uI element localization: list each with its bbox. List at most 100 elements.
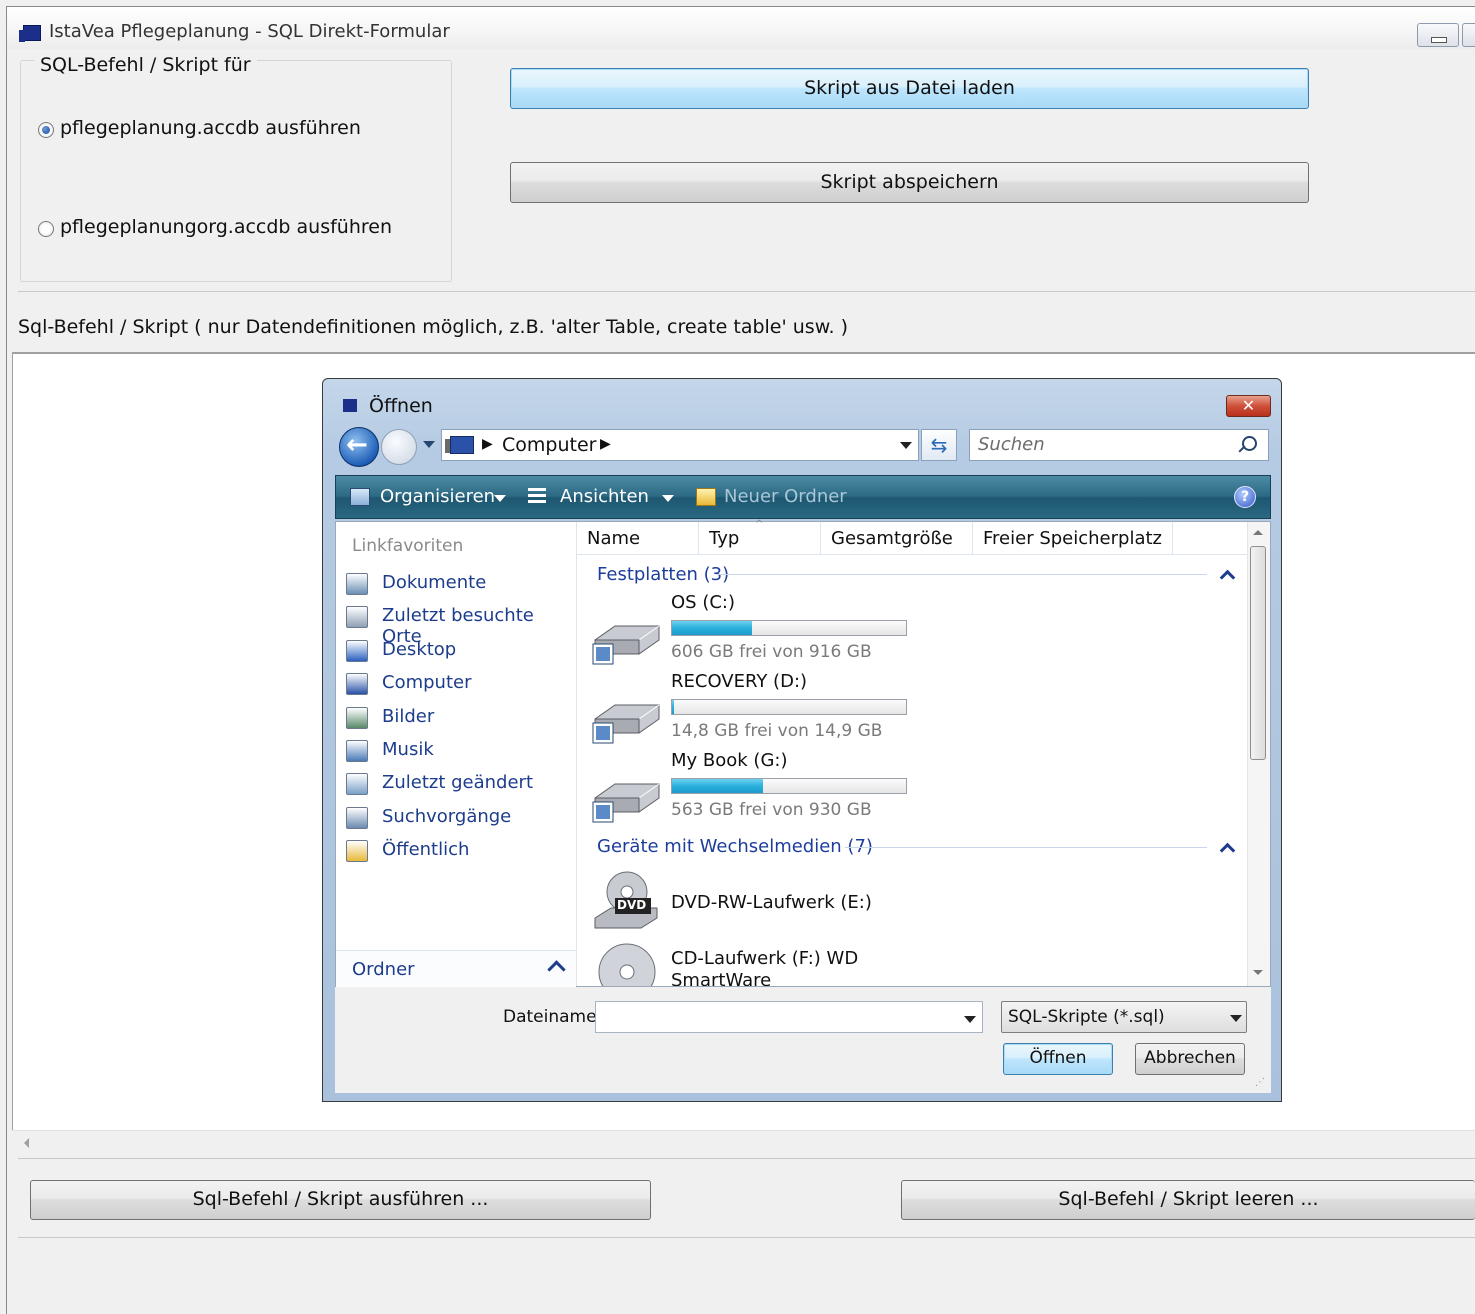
- views-icon: [528, 488, 546, 504]
- nav-item[interactable]: Bilder: [346, 702, 572, 732]
- horizontal-scrollbar[interactable]: [12, 1130, 1475, 1157]
- dialog-title: Öffnen: [369, 395, 433, 417]
- nav-item[interactable]: Dokumente: [346, 568, 572, 598]
- radio-unselected-icon[interactable]: [38, 221, 54, 237]
- drive-name[interactable]: RECOVERY (D:): [671, 671, 807, 692]
- search-placeholder: Suchen: [978, 434, 1045, 455]
- nav-item-label[interactable]: Zuletzt geändert: [382, 772, 533, 793]
- radio-pflegeplanung[interactable]: [38, 122, 54, 138]
- radio-label-pflegeplanungorg[interactable]: pflegeplanungorg.accdb ausführen: [60, 216, 392, 238]
- hard-drive-icon: [591, 689, 661, 745]
- views-menu[interactable]: Ansichten: [560, 486, 649, 507]
- scroll-down-icon[interactable]: [1253, 970, 1263, 975]
- scroll-left-icon[interactable]: [24, 1138, 29, 1148]
- divider: [18, 291, 1475, 292]
- refresh-icon[interactable]: ⇆: [921, 429, 957, 461]
- breadcrumb-separator-icon[interactable]: ▶: [482, 436, 493, 452]
- filetype-dropdown-icon[interactable]: [1230, 1015, 1242, 1022]
- open-file-dialog: Öffnen ✕ ▶ Computer ▶ ⇆ Suchen Organisie…: [322, 378, 1282, 1102]
- clear-script-button[interactable]: Sql-Befehl / Skript leeren ...: [901, 1180, 1475, 1220]
- scroll-up-icon[interactable]: [1253, 530, 1263, 535]
- dvd-drive-icon: DVD: [591, 868, 661, 934]
- nav-item-label[interactable]: Computer: [382, 672, 471, 693]
- breadcrumb-separator-icon[interactable]: ▶: [600, 436, 611, 452]
- folders-toggle[interactable]: Ordner: [336, 950, 576, 987]
- new-folder-icon: [696, 488, 716, 506]
- radio-label-pflegeplanung[interactable]: pflegeplanung.accdb ausführen: [60, 117, 361, 139]
- search-input[interactable]: Suchen: [969, 429, 1269, 461]
- nav-item[interactable]: Zuletzt besuchte Orte: [346, 601, 572, 647]
- column-name[interactable]: Name: [577, 522, 699, 554]
- nav-item[interactable]: Computer: [346, 668, 572, 698]
- drive-usage-bar: [671, 620, 907, 636]
- drive-free-space: 563 GB frei von 930 GB: [671, 800, 872, 820]
- nav-item-label[interactable]: Suchvorgänge: [382, 806, 511, 827]
- chevron-up-icon[interactable]: [547, 960, 566, 979]
- nav-item[interactable]: Zuletzt geändert: [346, 768, 572, 798]
- filetype-select[interactable]: SQL-Skripte (*.sql): [1001, 1001, 1247, 1033]
- collapse-chevron-icon[interactable]: [1219, 842, 1236, 859]
- nav-item-label[interactable]: Öffentlich: [382, 839, 469, 860]
- column-free-space[interactable]: Freier Speicherplatz: [973, 522, 1173, 554]
- nav-item-label[interactable]: Dokumente: [382, 572, 486, 593]
- nav-item[interactable]: Desktop: [346, 635, 572, 665]
- filename-input[interactable]: [595, 1001, 983, 1033]
- recent-pages-dropdown-icon[interactable]: [423, 441, 435, 448]
- scrollbar-thumb[interactable]: [1250, 546, 1266, 760]
- folders-label[interactable]: Ordner: [352, 959, 415, 980]
- drive-usage-bar: [671, 778, 907, 794]
- dialog-close-button[interactable]: ✕: [1226, 395, 1271, 417]
- nav-item-label[interactable]: Musik: [382, 739, 434, 760]
- load-script-button[interactable]: Skript aus Datei laden: [510, 68, 1309, 109]
- cancel-button[interactable]: Abbrechen: [1135, 1043, 1245, 1075]
- open-button[interactable]: Öffnen: [1003, 1043, 1113, 1075]
- organize-menu[interactable]: Organisieren: [380, 486, 495, 507]
- forward-arrow-icon[interactable]: [381, 429, 417, 465]
- group-hard-drives[interactable]: Festplatten (3): [597, 564, 729, 585]
- filename-label: Dateiname:: [503, 1007, 603, 1027]
- radio-selected-icon[interactable]: [38, 122, 54, 138]
- filename-dropdown-icon[interactable]: [964, 1016, 976, 1023]
- nav-item[interactable]: Musik: [346, 735, 572, 765]
- hard-drive-icon: [591, 610, 661, 666]
- resize-grip-icon[interactable]: ⋰: [1255, 1077, 1265, 1088]
- nav-item[interactable]: Suchvorgänge: [346, 802, 572, 832]
- nav-item[interactable]: Öffentlich: [346, 835, 572, 865]
- database-group: [20, 60, 452, 282]
- group-removable[interactable]: Geräte mit Wechselmedien (7): [597, 836, 873, 857]
- group-legend: SQL-Befehl / Skript für: [34, 54, 257, 76]
- address-bar[interactable]: ▶ Computer ▶: [441, 429, 919, 461]
- desktop-icon: [346, 639, 368, 662]
- sort-ascending-icon: ^: [755, 519, 764, 530]
- title-bar[interactable]: IstaVea Pflegeplanung - SQL Direkt-Formu…: [7, 7, 1475, 49]
- drive-usage-fill: [672, 621, 752, 635]
- searches-icon: [346, 806, 368, 829]
- radio-pflegeplanungorg[interactable]: [38, 221, 54, 237]
- maximize-button[interactable]: [1462, 23, 1475, 47]
- computer-icon: [445, 436, 474, 454]
- music-icon: [346, 740, 368, 762]
- search-icon[interactable]: [1242, 436, 1257, 451]
- column-total-size[interactable]: Gesamtgröße: [821, 522, 973, 554]
- nav-item-label[interactable]: Bilder: [382, 706, 434, 727]
- filetype-value[interactable]: SQL-Skripte (*.sql): [1008, 1007, 1165, 1027]
- device-name[interactable]: CD-Laufwerk (F:) WD SmartWare: [671, 948, 861, 986]
- collapse-chevron-icon[interactable]: [1219, 569, 1236, 586]
- breadcrumb-computer[interactable]: Computer: [502, 434, 596, 456]
- sql-editor-label: Sql-Befehl / Skript ( nur Datendefinitio…: [18, 316, 848, 338]
- address-dropdown-icon[interactable]: [900, 442, 912, 449]
- help-icon[interactable]: ?: [1234, 486, 1256, 508]
- minimize-button[interactable]: [1417, 23, 1459, 47]
- window-title: IstaVea Pflegeplanung - SQL Direkt-Formu…: [49, 21, 450, 42]
- vertical-scrollbar[interactable]: [1247, 522, 1270, 986]
- back-arrow-icon[interactable]: [339, 427, 379, 467]
- drive-name[interactable]: OS (C:): [671, 592, 735, 613]
- new-folder-button[interactable]: Neuer Ordner: [724, 486, 847, 507]
- organize-dropdown-icon[interactable]: [494, 495, 506, 502]
- device-name[interactable]: DVD-RW-Laufwerk (E:): [671, 892, 872, 913]
- execute-script-button[interactable]: Sql-Befehl / Skript ausführen ...: [30, 1180, 651, 1220]
- drive-name[interactable]: My Book (G:): [671, 750, 787, 771]
- nav-item-label[interactable]: Desktop: [382, 639, 456, 660]
- views-dropdown-icon[interactable]: [662, 495, 674, 502]
- save-script-button[interactable]: Skript abspeichern: [510, 162, 1309, 203]
